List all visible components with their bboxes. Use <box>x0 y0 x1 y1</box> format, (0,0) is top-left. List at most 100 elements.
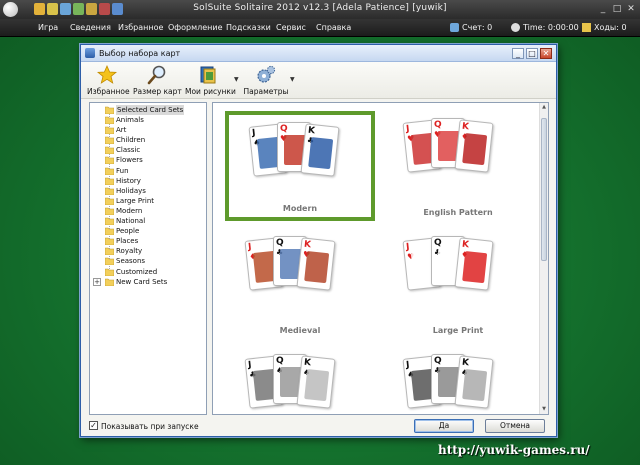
minimize-button[interactable]: _ <box>596 3 610 15</box>
tree-item-seasons[interactable]: Seasons <box>90 256 206 266</box>
tree-item-modern[interactable]: Modern <box>90 206 206 216</box>
tree-item-label: Fun <box>116 166 129 175</box>
score-counter: Счет: 0 <box>462 23 493 32</box>
expand-icon[interactable]: + <box>93 277 101 286</box>
category-tree: Selected Card Sets Animals Art Children Cla… <box>89 102 207 415</box>
my-pictures-dropdown-icon[interactable]: ▼ <box>234 76 239 83</box>
tree-item-label: Flowers <box>116 156 143 165</box>
playing-card: K♥ <box>296 237 336 291</box>
card-set-option[interactable]: J♦Q♣K♥Medieval <box>225 229 375 339</box>
menu-help[interactable]: Справка <box>316 23 351 32</box>
favorites-button[interactable]: Избранное <box>87 64 130 97</box>
playing-card: K♦ <box>454 237 494 291</box>
tree-item-large-print[interactable]: Large Print <box>90 196 206 206</box>
tree-item-national[interactable]: National <box>90 216 206 226</box>
moves-counter: Ходы: 0 <box>594 23 627 32</box>
menu-info[interactable]: Сведения <box>70 23 111 32</box>
tree-item-selected-card-sets[interactable]: Selected Card Sets <box>90 105 206 115</box>
tree-item-label: Children <box>116 136 146 145</box>
tree-item-label: Animals <box>116 116 144 124</box>
menu-game[interactable]: Игра <box>38 23 58 32</box>
tree-item-people[interactable]: People <box>90 226 206 236</box>
tree-item-label: Large Print <box>116 196 155 205</box>
folder-icon <box>105 278 114 286</box>
tree-item-art[interactable]: Art <box>90 125 206 135</box>
tree-item-royalty[interactable]: Royalty <box>90 246 206 256</box>
folder-icon <box>105 187 114 195</box>
tree-item-places[interactable]: Places <box>90 236 206 246</box>
card-size-button[interactable]: Размер карт <box>133 64 182 97</box>
gallery-scrollbar[interactable]: ▲ ▼ <box>539 103 548 414</box>
scroll-down-arrow-icon[interactable]: ▼ <box>540 405 548 414</box>
menu-favorites[interactable]: Избранное <box>118 23 163 32</box>
dialog-title: Выбор набора карт <box>99 49 181 58</box>
tree-item-label: Seasons <box>116 257 146 266</box>
tree-item-fun[interactable]: Fun <box>90 166 206 176</box>
card-set-gallery: J♠Q♥K♣ModernJ♥Q♥K♦English PatternJ♦Q♣K♥M… <box>212 102 549 415</box>
folder-icon <box>105 197 114 205</box>
menu-service[interactable]: Сервис <box>276 23 306 32</box>
folder-icon <box>105 136 114 145</box>
card-set-option[interactable]: J♥Q♣K♦Large Print <box>383 229 533 339</box>
menu-hints[interactable]: Подсказки <box>226 23 271 32</box>
card-set-dialog: Выбор набора карт _ □ ✕ Избранное Размер… <box>80 44 557 437</box>
folder-icon <box>105 146 114 155</box>
tree-item-label: Modern <box>116 206 143 215</box>
tree-item-label: National <box>116 217 146 225</box>
card-set-name: Large Print <box>432 326 484 335</box>
folder-icon <box>105 227 114 236</box>
tree-item-label: Places <box>116 237 139 246</box>
options-button[interactable]: Параметры <box>243 64 289 97</box>
playing-card: K♠ <box>454 355 494 409</box>
tree-item-label: Selected Card Sets <box>116 105 185 115</box>
card-set-option[interactable]: J♥Q♥K♦English Pattern <box>383 111 533 221</box>
dialog-toolbar: Избранное Размер карт Мои рисунки ▼ Пара… <box>81 62 556 99</box>
dialog-minimize-button[interactable]: _ <box>512 48 524 59</box>
card-set-option[interactable]: J♠Q♥K♣Modern <box>225 111 375 221</box>
gears-icon <box>257 65 276 83</box>
card-set-option[interactable]: J♠Q♣K♠ <box>383 347 533 414</box>
tree-item-label: Classic <box>116 146 141 155</box>
folder-icon <box>105 157 114 165</box>
scroll-thumb[interactable] <box>541 118 547 261</box>
folder-icon <box>105 207 114 215</box>
tree-item-new-card-sets[interactable]: + New Card Sets <box>90 277 206 287</box>
menu-bar: Игра Сведения Избранное Оформление Подск… <box>0 19 640 37</box>
tree-item-children[interactable]: Children <box>90 135 206 145</box>
close-button[interactable]: ✕ <box>624 3 638 15</box>
folder-icon <box>105 268 114 276</box>
tree-item-label: People <box>116 227 140 236</box>
show-on-startup-label: Показывать при запуске <box>101 422 199 431</box>
card-face-art <box>462 369 488 402</box>
scroll-up-arrow-icon[interactable]: ▲ <box>540 103 548 112</box>
maximize-button[interactable]: □ <box>610 3 624 15</box>
folder-icon <box>105 217 114 225</box>
folder-icon <box>105 167 114 175</box>
tree-item-classic[interactable]: Classic <box>90 145 206 155</box>
dialog-close-button[interactable]: ✕ <box>540 48 552 59</box>
tree-item-label: Holidays <box>116 186 146 195</box>
menu-appearance[interactable]: Оформление <box>168 23 223 32</box>
my-pictures-label: Мои рисунки <box>185 87 236 96</box>
cancel-button[interactable]: Отмена <box>485 419 545 433</box>
tree-item-animals[interactable]: Animals <box>90 115 206 125</box>
show-on-startup-checkbox[interactable]: ✓ <box>89 421 98 430</box>
tree-item-history[interactable]: History <box>90 176 206 186</box>
my-pictures-button[interactable]: Мои рисунки <box>185 64 236 97</box>
pictures-icon <box>200 66 216 84</box>
options-dropdown-icon[interactable]: ▼ <box>290 76 295 83</box>
folder-icon <box>105 237 114 246</box>
card-face-art <box>462 133 488 166</box>
tree-item-flowers[interactable]: Flowers <box>90 155 206 165</box>
card-set-option[interactable]: J♣Q♠K♠ <box>225 347 375 414</box>
tree-item-customized[interactable]: Customized <box>90 267 206 277</box>
dialog-icon <box>85 48 95 58</box>
playing-card: K♠ <box>296 355 336 409</box>
card-size-label: Размер карт <box>133 87 182 96</box>
folder-icon <box>105 177 114 185</box>
folder-icon <box>105 258 114 266</box>
tree-item-label: Customized <box>116 267 158 276</box>
ok-button[interactable]: Да <box>414 419 474 433</box>
tree-item-holidays[interactable]: Holidays <box>90 186 206 196</box>
dialog-maximize-button[interactable]: □ <box>526 48 538 59</box>
